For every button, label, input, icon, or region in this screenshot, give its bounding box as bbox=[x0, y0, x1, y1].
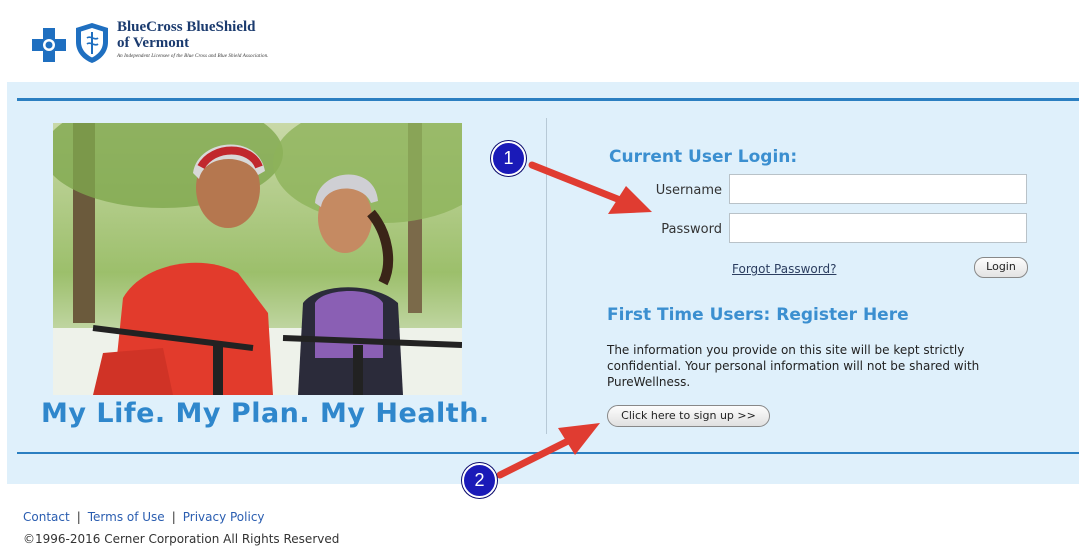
blue-cross-logo-icon bbox=[30, 26, 68, 64]
cyclists-image bbox=[53, 123, 462, 395]
register-heading: First Time Users: Register Here bbox=[607, 305, 909, 325]
step-2-badge: 2 bbox=[462, 463, 497, 498]
password-label: Password bbox=[661, 222, 722, 237]
footer-links: Contact | Terms of Use | Privacy Policy bbox=[23, 510, 265, 524]
privacy-policy-link[interactable]: Privacy Policy bbox=[183, 510, 265, 524]
brand-line-1: BlueCross BlueShield bbox=[117, 19, 256, 35]
username-label: Username bbox=[655, 183, 722, 198]
brand-tagline: An Independent Licensee of the Blue Cros… bbox=[117, 54, 269, 59]
brand-line-2: of Vermont bbox=[117, 35, 190, 51]
brand-name: BlueCross BlueShield of Vermont An Indep… bbox=[117, 19, 269, 61]
footer-separator: | bbox=[76, 510, 81, 524]
forgot-password-link[interactable]: Forgot Password? bbox=[732, 262, 836, 276]
login-button[interactable]: Login bbox=[974, 257, 1028, 278]
copyright-text: ©1996-2016 Cerner Corporation All Rights… bbox=[23, 532, 340, 546]
hero-tagline: My Life. My Plan. My Health. bbox=[41, 398, 490, 429]
login-heading: Current User Login: bbox=[609, 147, 798, 167]
footer-separator: | bbox=[171, 510, 176, 524]
register-description: The information you provide on this site… bbox=[607, 343, 980, 389]
contact-link[interactable]: Contact bbox=[23, 510, 70, 524]
site-header: BlueCross BlueShield of Vermont An Indep… bbox=[0, 0, 1079, 82]
hero-photo bbox=[53, 123, 462, 395]
terms-of-use-link[interactable]: Terms of Use bbox=[88, 510, 165, 524]
username-input[interactable] bbox=[729, 174, 1027, 204]
password-input[interactable] bbox=[729, 213, 1027, 243]
vertical-divider bbox=[546, 118, 547, 434]
bottom-divider bbox=[17, 452, 1079, 454]
step-1-badge: 1 bbox=[491, 141, 526, 176]
top-divider bbox=[17, 98, 1079, 101]
sign-up-button[interactable]: Click here to sign up >> bbox=[607, 405, 770, 427]
blue-shield-logo-icon bbox=[76, 23, 108, 63]
